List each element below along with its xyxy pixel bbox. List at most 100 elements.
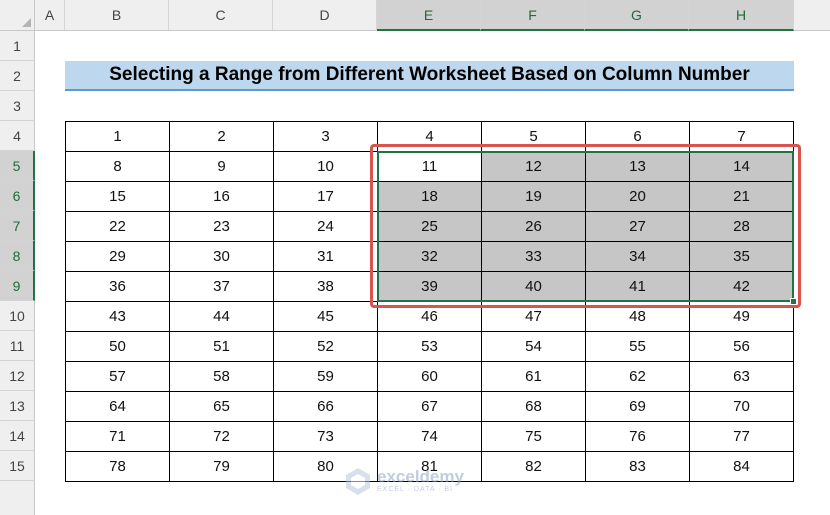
row-header-1[interactable]: 1 <box>0 31 35 61</box>
table-cell[interactable]: 73 <box>273 421 378 452</box>
row-header-13[interactable]: 13 <box>0 391 35 421</box>
column-header-e[interactable]: E <box>377 0 481 31</box>
table-cell[interactable]: 9 <box>169 151 274 182</box>
column-header-a[interactable]: A <box>35 0 65 31</box>
table-cell[interactable]: 61 <box>481 361 586 392</box>
column-header-d[interactable]: D <box>273 0 377 31</box>
table-cell-selected[interactable]: 25 <box>377 211 482 242</box>
row-header-14[interactable]: 14 <box>0 421 35 451</box>
table-cell[interactable]: 46 <box>377 301 482 332</box>
table-cell[interactable]: 83 <box>585 451 690 482</box>
table-cell-selected[interactable]: 12 <box>481 151 586 182</box>
table-cell[interactable]: 22 <box>65 211 170 242</box>
table-cell[interactable]: 10 <box>273 151 378 182</box>
table-cell[interactable]: 57 <box>65 361 170 392</box>
table-cell-selected[interactable]: 35 <box>689 241 794 272</box>
row-header-7[interactable]: 7 <box>0 211 35 241</box>
table-cell-active[interactable]: 11 <box>377 151 482 182</box>
table-cell[interactable]: 29 <box>65 241 170 272</box>
table-cell-selected[interactable]: 18 <box>377 181 482 212</box>
column-header-f[interactable]: F <box>481 0 585 31</box>
table-cell[interactable]: 65 <box>169 391 274 422</box>
table-cell[interactable]: 17 <box>273 181 378 212</box>
table-cell[interactable]: 62 <box>585 361 690 392</box>
table-cell[interactable]: 24 <box>273 211 378 242</box>
table-cell-selected[interactable]: 28 <box>689 211 794 242</box>
table-cell[interactable]: 15 <box>65 181 170 212</box>
table-cell[interactable]: 51 <box>169 331 274 362</box>
table-cell[interactable]: 82 <box>481 451 586 482</box>
table-cell[interactable]: 8 <box>65 151 170 182</box>
column-header-c[interactable]: C <box>169 0 273 31</box>
table-cell[interactable]: 6 <box>585 121 690 152</box>
column-header-h[interactable]: H <box>689 0 794 31</box>
table-cell[interactable]: 48 <box>585 301 690 332</box>
table-cell[interactable]: 58 <box>169 361 274 392</box>
table-cell-selected[interactable]: 41 <box>585 271 690 302</box>
table-cell[interactable]: 52 <box>273 331 378 362</box>
table-cell[interactable]: 72 <box>169 421 274 452</box>
table-cell[interactable]: 67 <box>377 391 482 422</box>
table-cell-selected[interactable]: 33 <box>481 241 586 272</box>
table-cell[interactable]: 63 <box>689 361 794 392</box>
row-header-8[interactable]: 8 <box>0 241 35 271</box>
row-header-6[interactable]: 6 <box>0 181 35 211</box>
table-cell[interactable]: 68 <box>481 391 586 422</box>
table-cell-selected[interactable]: 20 <box>585 181 690 212</box>
table-cell[interactable]: 4 <box>377 121 482 152</box>
table-cell-selected[interactable]: 40 <box>481 271 586 302</box>
row-header-3[interactable]: 3 <box>0 91 35 121</box>
table-cell[interactable]: 2 <box>169 121 274 152</box>
table-cell[interactable]: 50 <box>65 331 170 362</box>
table-cell[interactable]: 77 <box>689 421 794 452</box>
table-cell-selected[interactable]: 14 <box>689 151 794 182</box>
table-cell[interactable]: 38 <box>273 271 378 302</box>
table-cell[interactable]: 7 <box>689 121 794 152</box>
table-cell[interactable]: 37 <box>169 271 274 302</box>
table-cell[interactable]: 47 <box>481 301 586 332</box>
table-cell[interactable]: 64 <box>65 391 170 422</box>
row-header-11[interactable]: 11 <box>0 331 35 361</box>
table-cell-selected[interactable]: 13 <box>585 151 690 182</box>
table-cell[interactable]: 79 <box>169 451 274 482</box>
row-header-5[interactable]: 5 <box>0 151 35 181</box>
table-cell[interactable]: 16 <box>169 181 274 212</box>
table-cell-selected[interactable]: 32 <box>377 241 482 272</box>
table-cell-selected[interactable]: 26 <box>481 211 586 242</box>
table-cell[interactable]: 74 <box>377 421 482 452</box>
select-all-corner[interactable] <box>0 0 35 31</box>
table-cell[interactable]: 59 <box>273 361 378 392</box>
table-cell[interactable]: 45 <box>273 301 378 332</box>
fill-handle[interactable] <box>790 298 797 305</box>
column-header-g[interactable]: G <box>585 0 689 31</box>
table-cell[interactable]: 55 <box>585 331 690 362</box>
row-header-10[interactable]: 10 <box>0 301 35 331</box>
row-header-4[interactable]: 4 <box>0 121 35 151</box>
table-cell-selected[interactable]: 27 <box>585 211 690 242</box>
table-cell[interactable]: 84 <box>689 451 794 482</box>
row-header-12[interactable]: 12 <box>0 361 35 391</box>
table-cell[interactable]: 3 <box>273 121 378 152</box>
table-cell[interactable]: 53 <box>377 331 482 362</box>
table-cell-selected[interactable]: 39 <box>377 271 482 302</box>
table-cell[interactable]: 30 <box>169 241 274 272</box>
row-header-2[interactable]: 2 <box>0 61 35 91</box>
row-header-15[interactable]: 15 <box>0 451 35 481</box>
table-cell[interactable]: 31 <box>273 241 378 272</box>
table-cell[interactable]: 1 <box>65 121 170 152</box>
table-cell[interactable]: 44 <box>169 301 274 332</box>
table-cell-selected[interactable]: 34 <box>585 241 690 272</box>
table-cell-selected[interactable]: 21 <box>689 181 794 212</box>
table-cell[interactable]: 43 <box>65 301 170 332</box>
table-cell[interactable]: 75 <box>481 421 586 452</box>
table-cell-selected[interactable]: 19 <box>481 181 586 212</box>
table-cell-selected[interactable]: 42 <box>689 271 794 302</box>
table-cell[interactable]: 56 <box>689 331 794 362</box>
column-header-b[interactable]: B <box>65 0 169 31</box>
table-cell[interactable]: 60 <box>377 361 482 392</box>
table-cell[interactable]: 54 <box>481 331 586 362</box>
table-cell[interactable]: 78 <box>65 451 170 482</box>
table-cell[interactable]: 76 <box>585 421 690 452</box>
table-cell[interactable]: 49 <box>689 301 794 332</box>
table-cell[interactable]: 5 <box>481 121 586 152</box>
